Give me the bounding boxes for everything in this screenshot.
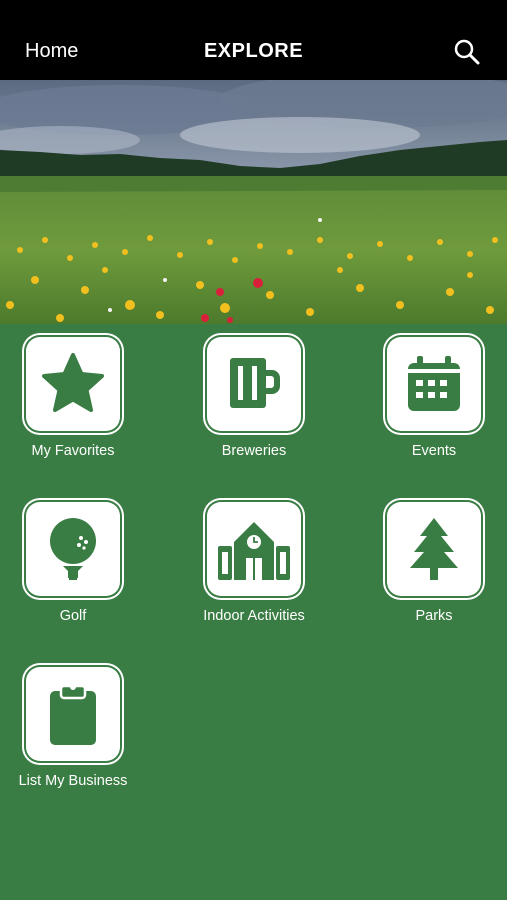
tile-label-golf: Golf	[59, 608, 87, 624]
calendar-icon	[408, 356, 460, 411]
hero-image	[0, 80, 507, 324]
tile-parks-box[interactable]	[387, 502, 481, 596]
beer-mug-icon	[230, 358, 280, 408]
building-icon	[218, 522, 290, 580]
tile-label-breweries: Breweries	[221, 443, 287, 459]
tile-parks[interactable]: Parks	[364, 502, 504, 624]
tile-label-parks: Parks	[415, 608, 453, 624]
tile-list-my-business[interactable]: List My Business	[3, 667, 143, 789]
tile-golf-box[interactable]	[26, 502, 120, 596]
tile-label-indoor-activities: Indoor Activities	[203, 608, 305, 624]
tile-golf[interactable]: Golf	[3, 502, 143, 624]
pine-tree-icon	[410, 518, 458, 580]
tile-events-box[interactable]	[387, 337, 481, 431]
tile-breweries[interactable]: Breweries	[184, 337, 324, 459]
tile-list-my-business-box[interactable]	[26, 667, 120, 761]
tile-label-list-my-business: List My Business	[18, 773, 128, 789]
star-icon	[42, 353, 104, 412]
tile-indoor-activities-box[interactable]	[207, 502, 301, 596]
golf-ball-icon	[50, 518, 96, 580]
tile-my-favorites[interactable]: My Favorites	[3, 337, 143, 459]
tile-label-my-favorites: My Favorites	[31, 443, 115, 459]
tile-events[interactable]: Events	[364, 337, 504, 459]
page-title: EXPLORE	[203, 40, 304, 62]
search-icon	[454, 39, 480, 65]
tile-label-events: Events	[411, 443, 457, 459]
tile-indoor-activities[interactable]: Indoor Activities	[184, 502, 324, 624]
tile-breweries-box[interactable]	[207, 337, 301, 431]
search-button[interactable]	[450, 36, 486, 72]
tile-my-favorites-box[interactable]	[26, 337, 120, 431]
meadow-landscape-photo	[0, 80, 507, 324]
top-nav-bar: Home EXPLORE	[0, 0, 507, 80]
clipboard-icon	[50, 684, 96, 745]
